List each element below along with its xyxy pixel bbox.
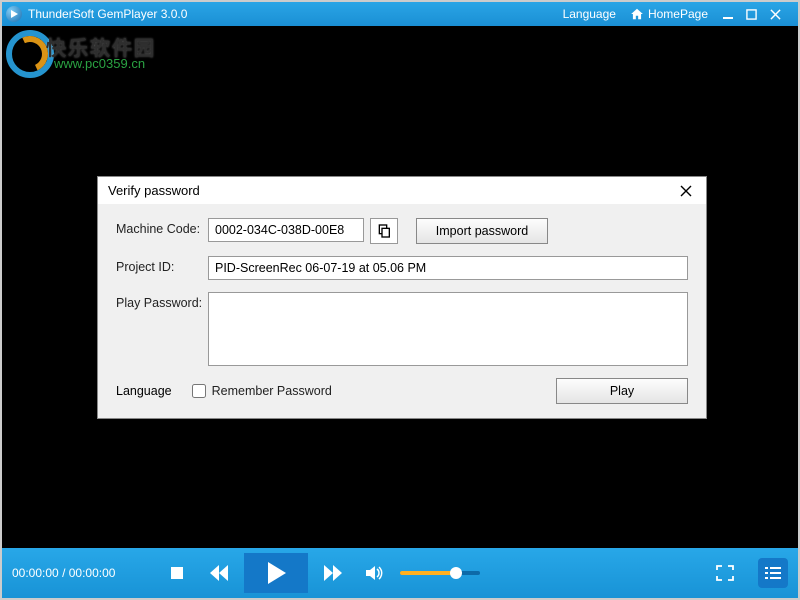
- close-button[interactable]: [770, 9, 794, 20]
- volume-button[interactable]: [358, 556, 392, 590]
- maximize-button[interactable]: [746, 9, 770, 20]
- stop-button[interactable]: [160, 556, 194, 590]
- volume-slider[interactable]: [400, 571, 480, 575]
- project-id-label: Project ID:: [116, 256, 208, 274]
- dialog-body: Machine Code: Import password Project ID…: [98, 204, 706, 418]
- app-icon: [6, 6, 22, 22]
- machine-code-label: Machine Code:: [116, 218, 208, 236]
- video-area: 快乐软件园 www.pc0359.cn Verify password Mach…: [2, 26, 798, 548]
- next-icon: [324, 565, 342, 581]
- time-total: 00:00:00: [69, 566, 116, 580]
- volume-fill: [400, 571, 456, 575]
- time-display: 00:00:00 / 00:00:00: [12, 566, 152, 580]
- copy-icon: [376, 223, 392, 239]
- previous-button[interactable]: [202, 556, 236, 590]
- remember-password-input[interactable]: [192, 384, 206, 398]
- minimize-button[interactable]: [722, 8, 746, 20]
- next-button[interactable]: [316, 556, 350, 590]
- remember-password-label: Remember Password: [212, 384, 332, 398]
- watermark: 快乐软件园 www.pc0359.cn: [2, 26, 182, 86]
- watermark-url: www.pc0359.cn: [54, 56, 145, 71]
- language-link[interactable]: Language: [563, 7, 616, 21]
- verify-password-dialog: Verify password Machine Code: Import pas…: [97, 176, 707, 419]
- play-button[interactable]: [244, 553, 308, 593]
- import-password-button[interactable]: Import password: [416, 218, 548, 244]
- dialog-play-button[interactable]: Play: [556, 378, 688, 404]
- dialog-titlebar: Verify password: [98, 177, 706, 204]
- playlist-button[interactable]: [758, 558, 788, 588]
- control-bar: 00:00:00 / 00:00:00: [2, 548, 798, 598]
- homepage-link-label: HomePage: [648, 7, 708, 21]
- fullscreen-icon: [716, 565, 734, 581]
- title-bar: ThunderSoft GemPlayer 3.0.0 Language Hom…: [2, 2, 798, 26]
- previous-icon: [210, 565, 228, 581]
- copy-machine-code-button[interactable]: [370, 218, 398, 244]
- stop-icon: [170, 566, 184, 580]
- volume-icon: [366, 565, 384, 581]
- playlist-icon: [765, 566, 781, 580]
- machine-code-input[interactable]: [208, 218, 364, 242]
- dialog-language-link[interactable]: Language: [116, 384, 172, 398]
- project-id-input[interactable]: [208, 256, 688, 280]
- homepage-link[interactable]: HomePage: [630, 7, 708, 21]
- home-icon: [630, 7, 644, 21]
- time-current: 00:00:00: [12, 566, 59, 580]
- dialog-title: Verify password: [108, 183, 200, 198]
- language-link-label: Language: [563, 7, 616, 21]
- play-icon: [266, 562, 286, 584]
- dialog-close-button[interactable]: [676, 185, 696, 197]
- play-password-label: Play Password:: [116, 292, 208, 310]
- fullscreen-button[interactable]: [708, 556, 742, 590]
- close-icon: [680, 185, 692, 197]
- app-window: ThunderSoft GemPlayer 3.0.0 Language Hom…: [2, 2, 798, 598]
- volume-thumb[interactable]: [450, 567, 462, 579]
- app-title: ThunderSoft GemPlayer 3.0.0: [28, 7, 187, 21]
- play-password-input[interactable]: [208, 292, 688, 366]
- remember-password-checkbox[interactable]: Remember Password: [192, 384, 332, 398]
